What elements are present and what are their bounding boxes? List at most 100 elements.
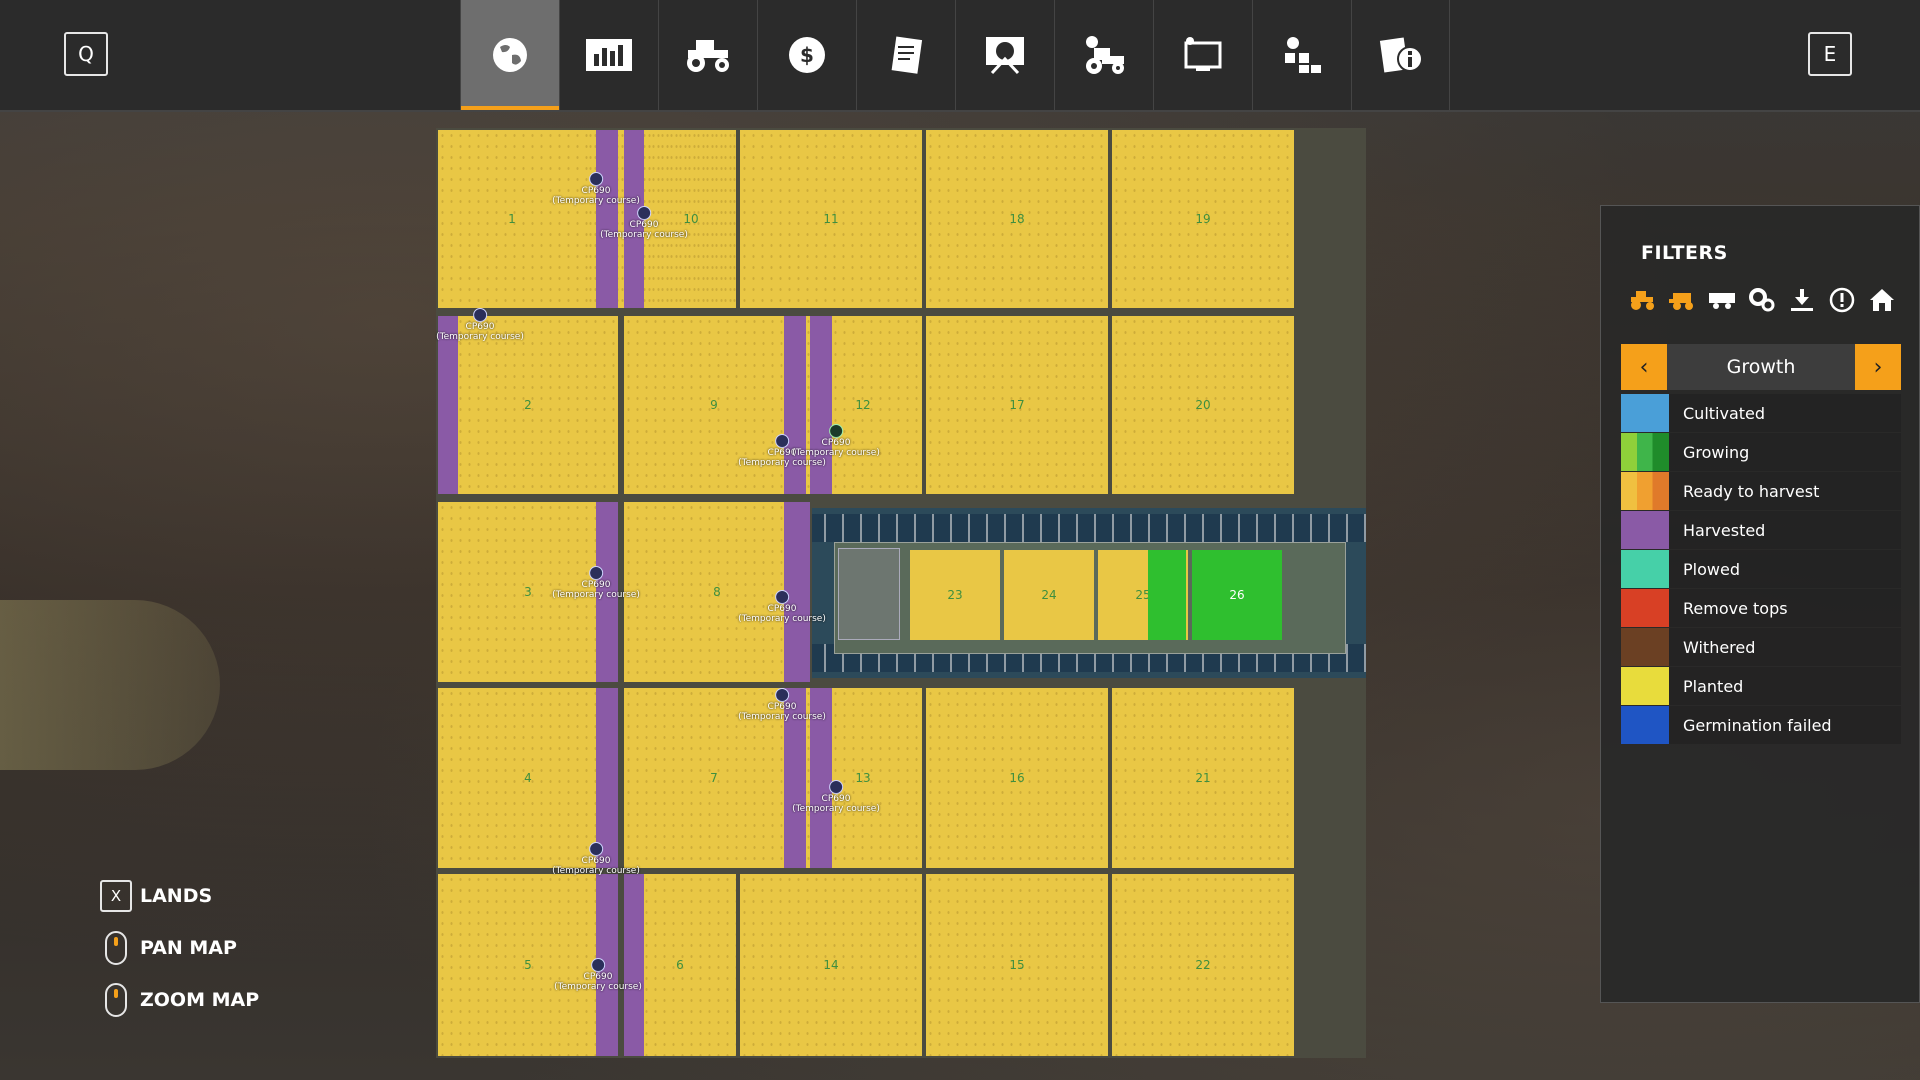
- field-number: 15: [1009, 958, 1025, 972]
- harvested-strip: [438, 316, 458, 494]
- tab-map[interactable]: [460, 0, 559, 110]
- field-22[interactable]: 22: [1112, 874, 1294, 1056]
- field-number: 21: [1195, 771, 1211, 785]
- field-number: 2: [524, 398, 532, 412]
- hint-lands[interactable]: X LANDS: [100, 876, 259, 916]
- trailer-filter-icon[interactable]: [1707, 286, 1737, 314]
- vehicle-marker[interactable]: CP690 (Temporary course): [738, 590, 826, 624]
- mouse-wheel-icon: [105, 983, 127, 1017]
- field-number: 16: [1009, 771, 1025, 785]
- vehicle-marker[interactable]: CP690 (Temporary course): [792, 780, 880, 814]
- legend-swatch: [1621, 433, 1669, 471]
- vehicle-marker[interactable]: CP690 (Temporary course): [552, 172, 640, 206]
- help-info-icon: [1379, 37, 1423, 73]
- vehicle-marker-icon: [588, 566, 603, 580]
- legend-swatch: [1621, 706, 1669, 744]
- legend-item-plowed: Plowed: [1621, 550, 1901, 588]
- harvested-strip: [596, 688, 618, 868]
- field-number: 1: [508, 212, 516, 226]
- marker-label: CP690: [581, 186, 611, 196]
- tab-help[interactable]: [1351, 0, 1450, 110]
- marker-sublabel: (Temporary course): [552, 590, 640, 600]
- harvester-filter-icon[interactable]: [1667, 286, 1697, 314]
- farm-buildings: [838, 548, 900, 640]
- tractor-filter-icon[interactable]: [1627, 286, 1657, 314]
- tools-filter-icon[interactable]: [1747, 286, 1777, 314]
- field-2[interactable]: 2: [438, 316, 618, 494]
- marker-label: CP690: [583, 972, 613, 982]
- menu-tabs: $: [460, 0, 1450, 110]
- marker-sublabel: (Temporary course): [436, 332, 524, 342]
- selector-prev-button[interactable]: ‹: [1621, 344, 1667, 390]
- farmyard-area[interactable]: 23 24 25 26: [812, 508, 1366, 678]
- tab-production[interactable]: [1153, 0, 1252, 110]
- field-26[interactable]: 26: [1192, 550, 1282, 640]
- legend-label: Germination failed: [1683, 715, 1832, 735]
- mouse-left-icon: [105, 931, 127, 965]
- field-16[interactable]: 16: [926, 688, 1108, 868]
- legend-swatch: [1621, 589, 1669, 627]
- svg-text:$: $: [800, 43, 814, 67]
- field-map[interactable]: 1 10 11 18 19 2 9 12 17 20 3 8 4 7 13 16…: [436, 128, 1366, 1058]
- vehicle-marker-icon: [590, 958, 605, 972]
- sell-point-icon[interactable]: [1787, 286, 1817, 314]
- warning-icon[interactable]: [1827, 286, 1857, 314]
- vehicle-marker[interactable]: CP690 (Temporary course): [436, 308, 524, 342]
- selector-next-button[interactable]: ›: [1855, 344, 1901, 390]
- vehicle-marker-icon: [828, 424, 843, 438]
- tab-settings[interactable]: [1252, 0, 1351, 110]
- legend-item-withered: Withered: [1621, 628, 1901, 666]
- vehicle-marker[interactable]: CP690 (Temporary course): [554, 958, 642, 992]
- vehicle-marker[interactable]: CP690 (Temporary course): [600, 206, 688, 240]
- field-4[interactable]: 4: [438, 688, 618, 868]
- legend-swatch: [1621, 511, 1669, 549]
- legend-label: Withered: [1683, 637, 1756, 657]
- tab-workers[interactable]: [1054, 0, 1153, 110]
- vehicle-marker-icon: [588, 172, 603, 186]
- next-page-key[interactable]: E: [1808, 32, 1852, 76]
- filters-title: FILTERS: [1641, 242, 1728, 264]
- vehicle-marker[interactable]: CP690 (Temporary course): [552, 566, 640, 600]
- workers-tractor-icon: [1086, 36, 1124, 74]
- field-17[interactable]: 17: [926, 316, 1108, 494]
- map-mode-selector: ‹ Growth ›: [1621, 344, 1901, 390]
- marker-label: CP690: [767, 604, 797, 614]
- production-screen-icon: [1184, 37, 1222, 71]
- selector-value: Growth: [1726, 356, 1796, 378]
- vehicle-marker[interactable]: CP690 (Temporary course): [552, 842, 640, 876]
- marker-label: CP690: [465, 322, 495, 332]
- tab-animals[interactable]: [955, 0, 1054, 110]
- tab-contracts[interactable]: [856, 0, 955, 110]
- vehicle-marker-selected[interactable]: CP690 (Temporary course): [792, 424, 880, 458]
- legend-item-planted: Planted: [1621, 667, 1901, 705]
- vehicle-marker-icon: [588, 842, 603, 856]
- field-24[interactable]: 24: [1004, 550, 1094, 640]
- field-number: 17: [1009, 398, 1025, 412]
- farmhouse-icon[interactable]: [1867, 286, 1897, 314]
- field-number: 24: [1041, 588, 1057, 602]
- prev-page-key[interactable]: Q: [64, 32, 108, 76]
- tab-finances[interactable]: $: [757, 0, 856, 110]
- growth-legend: Cultivated Growing Ready to harvest Harv…: [1621, 394, 1901, 745]
- marker-sublabel: (Temporary course): [554, 982, 642, 992]
- animals-icon: [986, 37, 1024, 75]
- legend-label: Harvested: [1683, 520, 1766, 540]
- field-number: 18: [1009, 212, 1025, 226]
- field-number: 26: [1229, 588, 1245, 602]
- field-19[interactable]: 19: [1112, 130, 1294, 308]
- vehicle-marker[interactable]: CP690 (Temporary course): [738, 688, 826, 722]
- field-23[interactable]: 23: [910, 550, 1000, 640]
- field-18[interactable]: 18: [926, 130, 1108, 308]
- legend-label: Cultivated: [1683, 403, 1766, 423]
- legend-label: Growing: [1683, 442, 1750, 462]
- filters-panel: FILTERS ‹ Growth › Cultivated Growing Re…: [1600, 205, 1920, 1003]
- field-number: 20: [1195, 398, 1211, 412]
- tab-statistics[interactable]: [559, 0, 658, 110]
- tab-vehicles[interactable]: [658, 0, 757, 110]
- marker-sublabel: (Temporary course): [552, 866, 640, 876]
- field-11[interactable]: 11: [740, 130, 922, 308]
- field-15[interactable]: 15: [926, 874, 1108, 1056]
- field-20[interactable]: 20: [1112, 316, 1294, 494]
- field-21[interactable]: 21: [1112, 688, 1294, 868]
- field-14[interactable]: 14: [740, 874, 922, 1056]
